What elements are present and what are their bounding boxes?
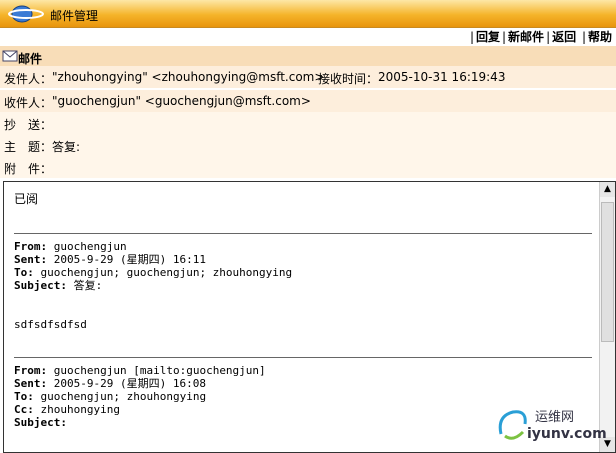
m2-to-value: guochengjun; zhouhongying bbox=[40, 390, 207, 403]
m1-sent-label: Sent: bbox=[14, 253, 54, 266]
attachment-row: 附 件： bbox=[0, 156, 616, 178]
title-bar: 邮件管理 bbox=[0, 0, 616, 28]
scroll-thumb[interactable] bbox=[601, 202, 614, 342]
section-label: 邮件 bbox=[18, 52, 43, 66]
m2-sent-label: Sent: bbox=[14, 377, 54, 390]
toolbar: | 回复 | 新邮件 | 返回 | 帮助 bbox=[469, 30, 612, 44]
subject-row: 主 题： 答复: bbox=[0, 134, 616, 156]
m1-to-value: guochengjun; guochengjun; zhouhongying bbox=[40, 266, 293, 279]
divider bbox=[14, 233, 592, 234]
m2-from-value: guochengjun [mailto:guochengjun] bbox=[53, 364, 266, 377]
to-value: "guochengjun" <guochengjun@msft.com> bbox=[52, 94, 311, 108]
attachment-label: 附 件： bbox=[4, 162, 53, 176]
mail-section-header: 邮件 bbox=[0, 46, 616, 66]
m1-from-value: guochengjun bbox=[53, 240, 127, 253]
from-label: 发件人： bbox=[4, 72, 53, 86]
m1-from-label: From: bbox=[14, 240, 54, 253]
message-content: 已阅 From: guochengjun Sent: 2005-9-29 (星期… bbox=[14, 190, 592, 429]
subject-label: 主 题： bbox=[4, 140, 53, 154]
message-body[interactable]: 已阅 From: guochengjun Sent: 2005-9-29 (星期… bbox=[3, 181, 616, 453]
watermark-logo: 运维网 iyunv.com bbox=[493, 400, 611, 448]
m1-sent-value: 2005-9-29 (星期四) 16:11 bbox=[53, 253, 206, 266]
m1-subject-label: Subject: bbox=[14, 279, 74, 292]
m2-cc-label: Cc: bbox=[14, 403, 41, 416]
watermark-text-2: iyunv.com bbox=[527, 426, 607, 442]
cc-row: 抄 送： bbox=[0, 112, 616, 134]
watermark-text-1: 运维网 bbox=[535, 410, 575, 425]
to-row: 收件人： "guochengjun" <guochengjun@msft.com… bbox=[0, 90, 616, 112]
m2-subject-label: Subject: bbox=[14, 416, 74, 429]
to-label: 收件人： bbox=[4, 96, 53, 110]
m1-text: sdfsdfsdfsd bbox=[14, 318, 87, 331]
window-title: 邮件管理 bbox=[50, 9, 99, 23]
m1-to-label: To: bbox=[14, 266, 41, 279]
subject-value: 答复: bbox=[52, 140, 81, 154]
back-button[interactable]: 返回 bbox=[552, 30, 576, 44]
received-value: 2005-10-31 16:19:43 bbox=[378, 70, 506, 84]
envelope-icon bbox=[2, 50, 18, 62]
help-button[interactable]: 帮助 bbox=[588, 30, 612, 44]
from-row: 发件人： "zhouhongying" <zhouhongying@msft.c… bbox=[0, 66, 616, 88]
from-value: "zhouhongying" <zhouhongying@msft.com> bbox=[52, 70, 325, 84]
m1-subject-value: 答复: bbox=[73, 279, 103, 292]
greeting: 已阅 bbox=[14, 192, 39, 206]
m2-from-label: From: bbox=[14, 364, 54, 377]
reply-button[interactable]: 回复 bbox=[476, 30, 500, 44]
m2-to-label: To: bbox=[14, 390, 41, 403]
m2-sent-value: 2005-9-29 (星期四) 16:08 bbox=[53, 377, 206, 390]
received-label: 接收时间： bbox=[318, 72, 379, 86]
new-mail-button[interactable]: 新邮件 bbox=[508, 30, 544, 44]
cc-label: 抄 送： bbox=[4, 118, 53, 132]
scroll-up-arrow-icon[interactable]: ▲ bbox=[600, 182, 615, 197]
m2-cc-value: zhouhongying bbox=[40, 403, 120, 416]
mail-globe-icon bbox=[8, 5, 44, 23]
divider bbox=[14, 357, 592, 358]
